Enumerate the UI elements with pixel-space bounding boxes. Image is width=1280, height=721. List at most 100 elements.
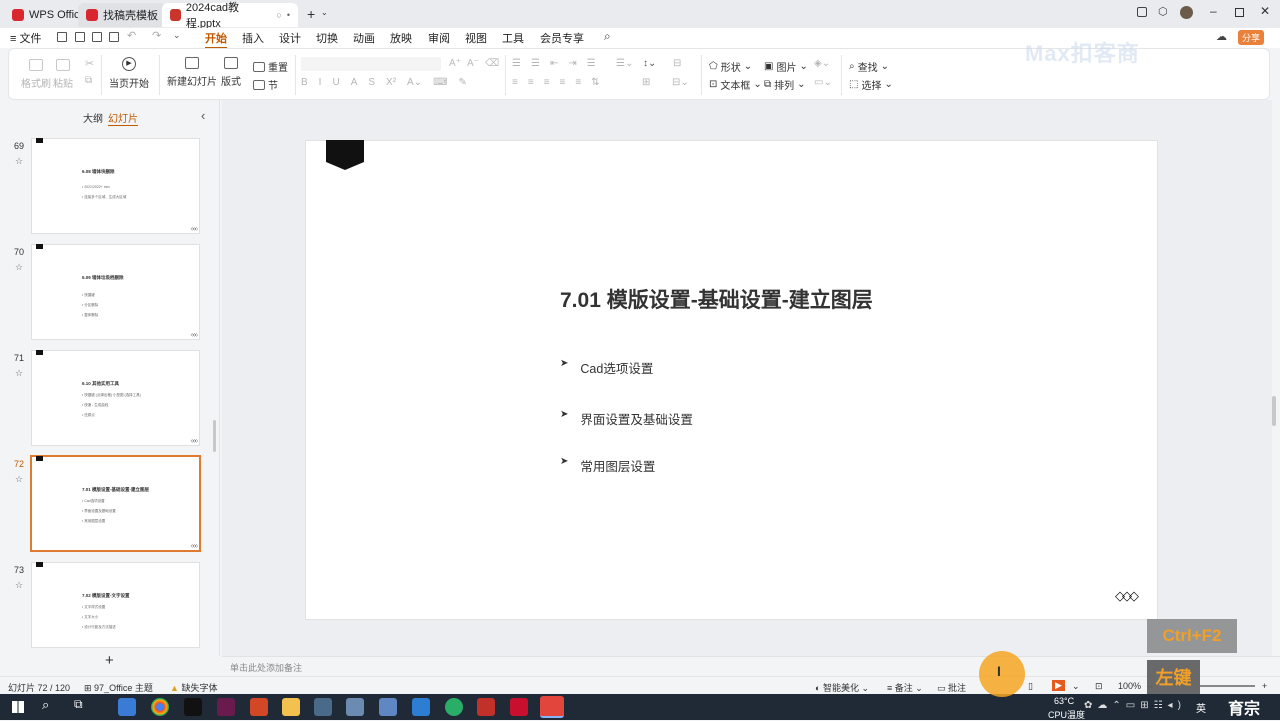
text-direction-icon[interactable]: ⇅ — [591, 77, 599, 88]
columns-icon[interactable]: ☰ — [587, 58, 596, 69]
panel-scrollbar[interactable] — [213, 420, 216, 452]
game-icon[interactable] — [184, 698, 202, 716]
zoom-in-icon[interactable]: + — [1262, 681, 1267, 691]
undo-icon[interactable]: ↶ — [127, 29, 136, 42]
missing-font-button[interactable]: ▲ 缺失字体 — [170, 681, 217, 694]
align-left-icon[interactable]: ≡ — [512, 77, 518, 88]
shape-button[interactable]: ⬠ 形状 ⌄ — [709, 59, 752, 74]
tab-slideshow[interactable]: 放映 — [390, 30, 412, 46]
textbox-button[interactable]: ⊡ 文本框 ⌄ — [709, 77, 762, 92]
smartart-icon[interactable]: ⊞ — [642, 77, 650, 88]
format-painter-button[interactable]: 格式刷 — [21, 59, 51, 90]
add-slide-icon[interactable]: + — [105, 652, 114, 669]
tab-tools[interactable]: 工具 — [502, 30, 524, 46]
number-list-icon[interactable]: ☰ — [531, 58, 540, 69]
chrome-icon[interactable] — [151, 698, 169, 716]
tab-outline[interactable]: 大纲 — [83, 110, 103, 125]
chevron-down-icon[interactable]: ⌄ — [1072, 681, 1080, 692]
theme-name[interactable]: ⊞ 97_Office 主题 — [84, 681, 153, 694]
bullet-item[interactable]: ➤ 常用图层设置 — [560, 456, 655, 475]
find-button[interactable]: ⌕ 查找 ⌄ — [849, 59, 889, 74]
reading-view-icon[interactable]: ▯ — [1028, 681, 1033, 692]
tab-view[interactable]: 视图 — [465, 30, 487, 46]
copy-icon[interactable]: ⧉ — [85, 75, 92, 86]
tab-review[interactable]: 审阅 — [428, 30, 450, 46]
tab-document[interactable]: 2024cad教程.pptx ○ • — [162, 2, 298, 30]
tray-icons[interactable]: ✿☁⌃▭⊞☷◂) — [1084, 700, 1186, 711]
superscript-icon[interactable]: X² — [386, 77, 396, 88]
align-text-icon[interactable]: ⊟⌄ — [672, 77, 689, 88]
bullet-list-icon[interactable]: ☰ — [512, 58, 521, 69]
remote-desktop-icon[interactable] — [346, 698, 364, 716]
close-icon[interactable]: • — [287, 10, 290, 20]
powerpoint-icon[interactable] — [250, 698, 268, 716]
task-view-icon[interactable]: ⧉ — [74, 697, 83, 712]
line-spacing-icon[interactable]: ☰⌄ — [616, 58, 633, 69]
maximize-icon[interactable] — [1235, 8, 1244, 17]
app-store-icon[interactable] — [118, 698, 136, 716]
picture-button[interactable]: ▣ 图片 ⌄ — [764, 59, 808, 74]
smart-beautify-button[interactable]: ◐ 智能美化 ⌄ — [815, 681, 869, 694]
justify-icon[interactable]: ≡ — [560, 77, 566, 88]
section-button[interactable]: 节 — [253, 77, 278, 92]
layout-icon[interactable] — [1137, 7, 1147, 17]
music-app-icon[interactable] — [217, 698, 235, 716]
play-from-current-button[interactable]: ▶ 当页开始 — [109, 57, 149, 90]
zoom-level[interactable]: 100% — [1118, 681, 1141, 691]
canvas-scrollbar[interactable] — [1272, 396, 1276, 426]
align-center-icon[interactable]: ≡ — [528, 77, 534, 88]
select-button[interactable]: ⬚ 选择 ⌄ — [849, 77, 893, 92]
print-icon[interactable] — [92, 32, 102, 42]
settings-icon[interactable] — [314, 698, 332, 716]
clear-format-icon[interactable]: ⌫ — [485, 58, 499, 69]
new-slide-button[interactable]: 新建幻灯片 — [167, 57, 217, 88]
bullet-item[interactable]: ➤ Cad选项设置 — [560, 358, 653, 377]
strikethrough-icon[interactable]: S — [368, 77, 375, 88]
font-family-select[interactable] — [301, 57, 441, 71]
search-icon[interactable]: ⌕ — [604, 29, 611, 44]
tab-animation[interactable]: 动画 — [353, 30, 375, 46]
cloud-icon[interactable]: ☁ — [1216, 30, 1227, 43]
autocad-icon[interactable] — [510, 698, 528, 716]
tab-template[interactable]: 找稿壳模板 — [78, 3, 166, 27]
tab-design[interactable]: 设计 — [279, 30, 301, 46]
star-icon[interactable]: ☆ — [15, 368, 23, 379]
bullet-item[interactable]: ➤ 界面设置及基础设置 — [560, 409, 693, 428]
bold-icon[interactable]: B — [301, 77, 308, 88]
slide-title[interactable]: 7.01 模版设置-基础设置-建立图层 — [560, 284, 873, 314]
search-icon[interactable]: ⌕ — [42, 697, 49, 713]
minimize-icon[interactable]: – — [1210, 4, 1217, 18]
align-right-icon[interactable]: ≡ — [544, 77, 550, 88]
notes-area[interactable]: 单击此处添加备注 — [222, 656, 1280, 676]
slide[interactable] — [305, 140, 1158, 620]
redo-icon[interactable]: ↷ — [152, 29, 161, 42]
save-icon[interactable] — [57, 32, 67, 42]
folder-icon[interactable] — [282, 698, 300, 716]
italic-icon[interactable]: I — [319, 77, 322, 88]
convert-icon[interactable]: ⊟ — [673, 58, 681, 69]
play-slideshow-icon[interactable]: ▶ — [1052, 680, 1065, 691]
export-icon[interactable] — [75, 32, 85, 42]
star-icon[interactable]: ☆ — [15, 262, 23, 273]
chevron-down-icon[interactable]: ⌄ — [321, 8, 328, 17]
underline-icon[interactable]: U — [332, 77, 339, 88]
tab-insert[interactable]: 插入 — [242, 30, 264, 46]
tab-home[interactable]: 开始 — [205, 30, 227, 49]
fit-window-icon[interactable]: ⊡ — [1095, 681, 1103, 692]
tab-transition[interactable]: 切换 — [316, 30, 338, 46]
shrink-font-icon[interactable]: A⁻ — [467, 58, 479, 69]
share-button[interactable]: 分享 — [1238, 30, 1265, 45]
paste-button[interactable]: 粘贴 — [53, 59, 73, 90]
star-icon[interactable]: ☆ — [15, 580, 23, 591]
cut-icon[interactable]: ✂ — [85, 57, 94, 70]
slide-thumbnail-selected[interactable]: 7.01 模版设置-基础设置-建立图层 • Cad选项设置 • 界面设置及基础设… — [30, 455, 201, 552]
outline-icon[interactable]: ▭⌄ — [814, 77, 832, 88]
zoom-slider[interactable] — [1200, 685, 1255, 687]
slide-thumbnail[interactable]: 7.02 模版设置-文字设置 • 文字样式设置 • 文字大小 • 设计行距及方法… — [31, 562, 200, 648]
shadow-icon[interactable]: A — [351, 77, 358, 88]
font-color-icon[interactable]: A⌄ — [407, 77, 422, 88]
slide-thumbnail[interactable]: 6.08 墙体块删除 • 2021/2022+ mm • 连接多个区域、生成大区… — [31, 138, 200, 234]
comments-button[interactable]: ▭ 批注 — [937, 681, 966, 694]
fill-icon[interactable]: ◈⌄ — [814, 58, 830, 69]
arrange-button[interactable]: ⧉ 排列 ⌄ — [764, 77, 806, 92]
